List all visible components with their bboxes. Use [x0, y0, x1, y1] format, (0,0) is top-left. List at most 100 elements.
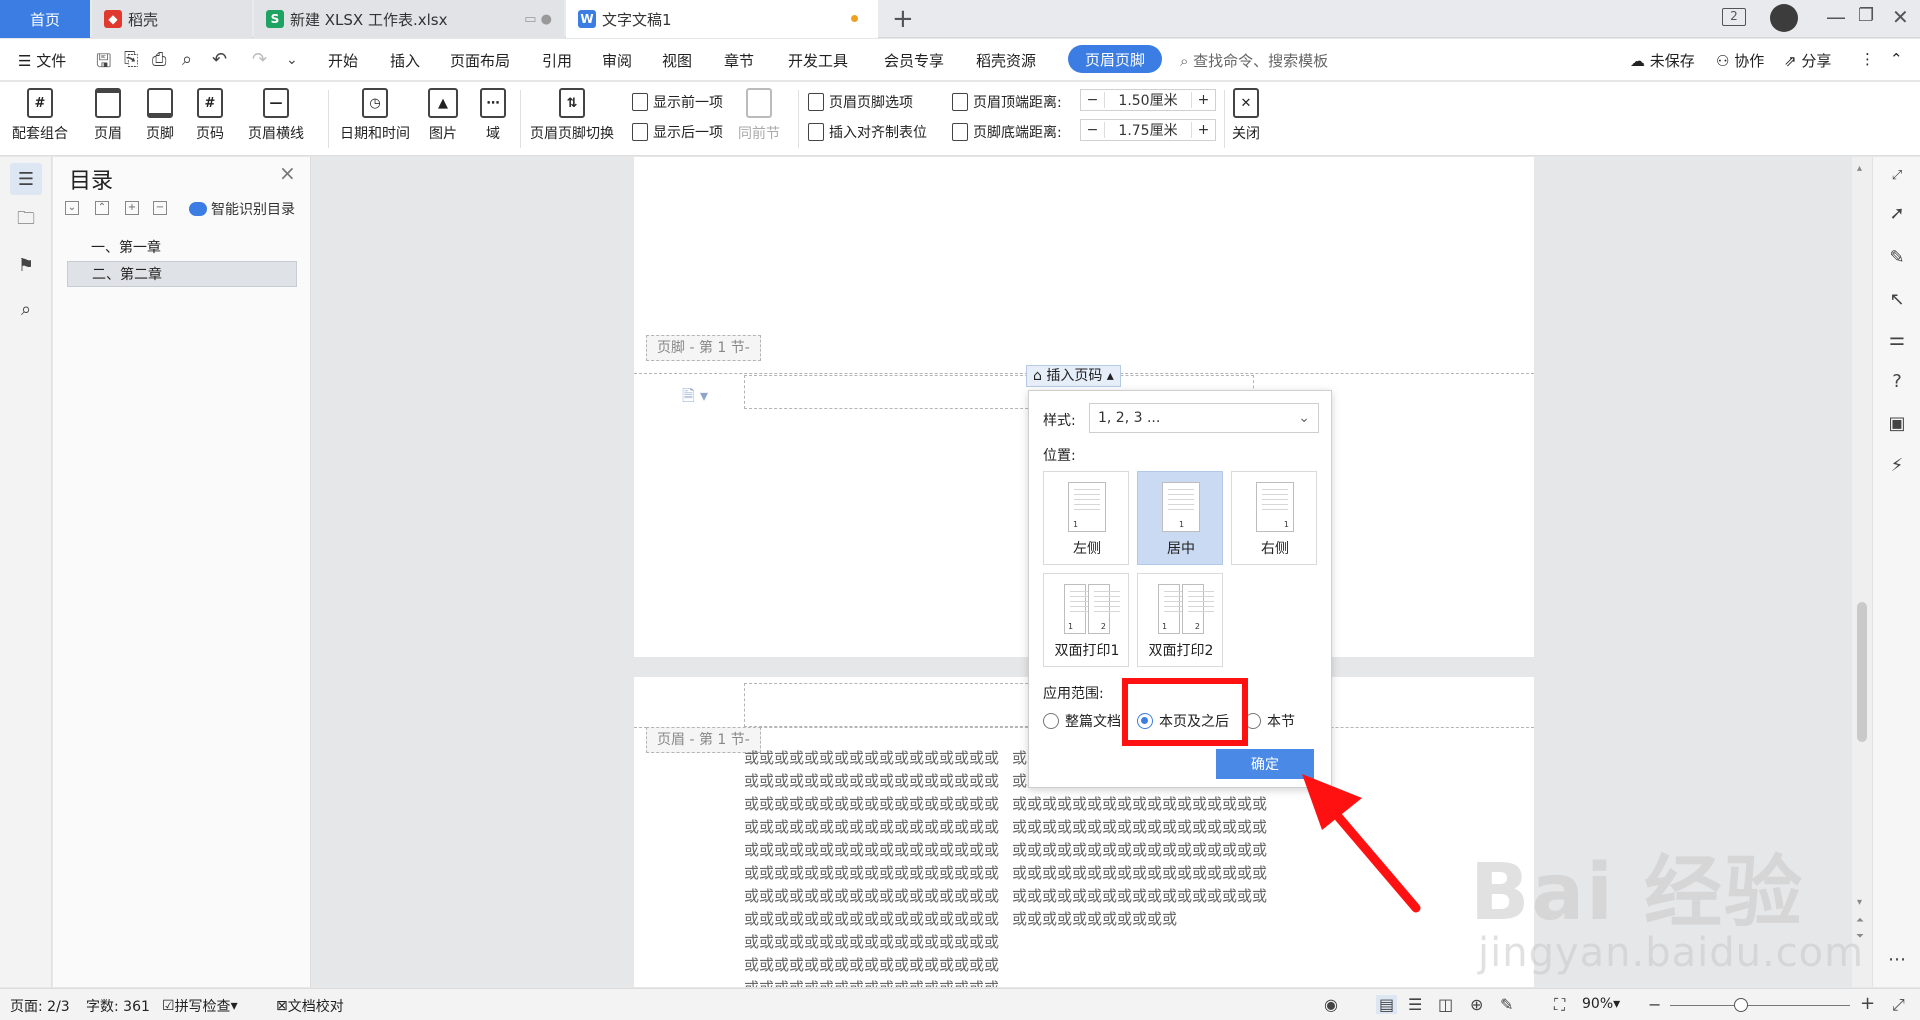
more-icon[interactable]: ⋯	[1885, 947, 1909, 971]
zoom-level[interactable]: 90% ▾	[1582, 996, 1620, 1012]
sliders-icon[interactable]: ⚌	[1885, 327, 1909, 351]
preview-icon[interactable]: ⌕	[182, 49, 192, 70]
scrollbar-thumb[interactable]	[1857, 602, 1867, 742]
show-previous-button[interactable]: 显示前一项	[632, 92, 723, 112]
pen-mode-icon[interactable]: ✎	[1500, 995, 1513, 1014]
save-icon[interactable]: 🖫	[96, 49, 111, 79]
close-header-footer-button[interactable]: ✕ 关闭	[1232, 88, 1260, 143]
scroll-up-icon[interactable]: ▴	[1857, 163, 1862, 174]
toc-nav-icon[interactable]: ☰	[10, 163, 42, 195]
unsaved-button[interactable]: ☁ 未保存	[1630, 50, 1695, 71]
header-line-button[interactable]: — 页眉横线	[248, 88, 304, 143]
date-time-button[interactable]: ◷ 日期和时间	[340, 88, 410, 143]
page-number-button[interactable]: # 页码	[196, 88, 224, 143]
pointer-icon[interactable]: ↖	[1885, 287, 1909, 311]
collapse-all-icon[interactable]: ⌃	[95, 201, 109, 215]
menu-page-layout[interactable]: 页面布局	[450, 50, 510, 71]
footer-bottom-distance-spinner[interactable]: − 1.75厘米 +	[1080, 119, 1216, 141]
scope-this-section-radio[interactable]: 本节	[1245, 711, 1295, 731]
insert-page-number-button[interactable]: ⌂ 插入页码 ▴	[1026, 365, 1121, 387]
word-count[interactable]: 字数: 361	[86, 996, 150, 1016]
avatar[interactable]	[1770, 4, 1798, 32]
minimize-icon[interactable]: —	[1826, 5, 1846, 29]
chapter-nav-icon[interactable]: 🗀	[14, 208, 38, 233]
menu-chapter[interactable]: 章节	[724, 50, 754, 71]
zoom-slider-handle[interactable]	[1734, 998, 1748, 1012]
collapse-ribbon-icon[interactable]: ⌃	[1890, 50, 1903, 68]
fullscreen-icon[interactable]: ⤢	[1892, 995, 1905, 1015]
toc-item-chapter-2[interactable]: 二、第二章	[67, 261, 297, 287]
export-icon[interactable]: ⎘	[124, 49, 138, 70]
field-button[interactable]: ⋯ 域	[480, 88, 506, 143]
web-view-icon[interactable]: ⊕	[1470, 995, 1483, 1014]
scroll-down-icon[interactable]: ▾	[1857, 897, 1862, 908]
collaborate-button[interactable]: ⚇ 协作	[1716, 50, 1764, 71]
position-center-card[interactable]: 1 居中	[1137, 471, 1223, 565]
tab-spreadsheet-close-icon[interactable]: ▭ ●	[524, 12, 552, 27]
print-icon[interactable]: ⎙	[152, 49, 166, 70]
rocket-icon[interactable]: ➚	[1885, 201, 1909, 225]
bookmark-icon[interactable]: ⚑	[14, 253, 38, 277]
menu-insert[interactable]: 插入	[390, 50, 420, 71]
tab-spreadsheet[interactable]: S 新建 XLSX 工作表.xlsx ▭ ●	[254, 0, 564, 38]
scope-whole-document-radio[interactable]: 整篇文档	[1043, 711, 1121, 731]
spell-check-button[interactable]: ☑ 拼写检查 ▾	[162, 996, 238, 1016]
tab-home[interactable]: 首页	[0, 0, 90, 38]
expand-panel-icon[interactable]: ⤢	[1885, 163, 1909, 187]
header-button[interactable]: 页眉	[94, 88, 122, 143]
prev-page-icon[interactable]: ⏶	[1856, 915, 1864, 926]
window-count-badge[interactable]: 2	[1722, 8, 1746, 26]
tab-document[interactable]: W 文字文稿1	[566, 0, 878, 38]
smart-toc-button[interactable]: 智能识别目录	[189, 199, 295, 219]
reading-view-icon[interactable]: ◫	[1438, 995, 1453, 1014]
tab-docer[interactable]: ◆ 稻壳	[92, 0, 252, 38]
menu-docer-resources[interactable]: 稻壳资源	[976, 50, 1036, 71]
insert-align-tab-button[interactable]: 插入对齐制表位	[808, 122, 927, 142]
menu-member[interactable]: 会员专享	[884, 50, 944, 71]
show-next-button[interactable]: 显示后一项	[632, 122, 723, 142]
quick-access-chevron-icon[interactable]: ⌄	[286, 52, 298, 68]
share-button[interactable]: ⇗ 分享	[1784, 50, 1831, 71]
menu-references[interactable]: 引用	[542, 50, 572, 71]
increase-icon[interactable]: +	[1191, 122, 1215, 138]
header-top-distance-spinner[interactable]: − 1.50厘米 +	[1080, 89, 1216, 111]
toc-item-chapter-1[interactable]: 一、第一章	[67, 235, 297, 261]
header-footer-switch-button[interactable]: ⇅ 页眉页脚切换	[530, 88, 614, 143]
increase-icon[interactable]: +	[1191, 92, 1215, 108]
page-indicator[interactable]: 页面: 2/3	[10, 996, 70, 1016]
remove-entry-icon[interactable]: −	[153, 201, 167, 215]
menu-dev-tools[interactable]: 开发工具	[788, 50, 848, 71]
footer-bottom-distance-value[interactable]: 1.75厘米	[1105, 120, 1191, 140]
menu-review[interactable]: 审阅	[602, 50, 632, 71]
eye-icon[interactable]: ◉	[1324, 995, 1338, 1014]
undo-icon[interactable]: ↶	[212, 49, 227, 70]
close-icon[interactable]: ×	[279, 161, 296, 185]
picture-button[interactable]: ▲ 图片	[428, 88, 458, 143]
document-proofread-button[interactable]: ⊠ 文档校对	[276, 996, 344, 1016]
decrease-icon[interactable]: −	[1081, 92, 1105, 108]
search-icon[interactable]: ⌕	[14, 297, 38, 321]
pen-icon[interactable]: ✎	[1885, 245, 1909, 269]
command-search[interactable]: ⌕ 查找命令、搜索模板	[1180, 50, 1328, 71]
menu-view[interactable]: 视图	[662, 50, 692, 71]
file-menu[interactable]: ☰ 文件	[18, 50, 66, 71]
zoom-out-icon[interactable]: −	[1648, 995, 1661, 1014]
zoom-slider[interactable]	[1670, 1005, 1850, 1006]
redo-icon[interactable]: ↷	[252, 49, 267, 70]
expand-all-icon[interactable]: ⌄	[65, 201, 79, 215]
menu-start[interactable]: 开始	[328, 50, 358, 71]
menu-header-footer[interactable]: 页眉页脚	[1068, 45, 1162, 73]
position-duplex-1-card[interactable]: 1 2 双面打印1	[1043, 573, 1129, 667]
position-left-card[interactable]: 1 左侧	[1043, 471, 1129, 565]
close-window-icon[interactable]: ✕	[1892, 5, 1909, 29]
style-select[interactable]: 1, 2, 3 ... ⌄	[1089, 403, 1319, 433]
image-tool-icon[interactable]: ▣	[1885, 411, 1909, 435]
combo-button[interactable]: # 配套组合	[12, 88, 68, 143]
add-entry-icon[interactable]: +	[125, 201, 139, 215]
power-icon[interactable]: ⚡	[1885, 453, 1909, 477]
footer-doc-icon[interactable]: 🗎 ▾	[682, 385, 708, 412]
more-icon[interactable]: ⋮	[1860, 50, 1875, 68]
restore-icon[interactable]: ❐	[1858, 5, 1874, 26]
same-as-previous-button[interactable]: 同前节	[738, 88, 780, 143]
position-right-card[interactable]: 1 右侧	[1231, 471, 1317, 565]
